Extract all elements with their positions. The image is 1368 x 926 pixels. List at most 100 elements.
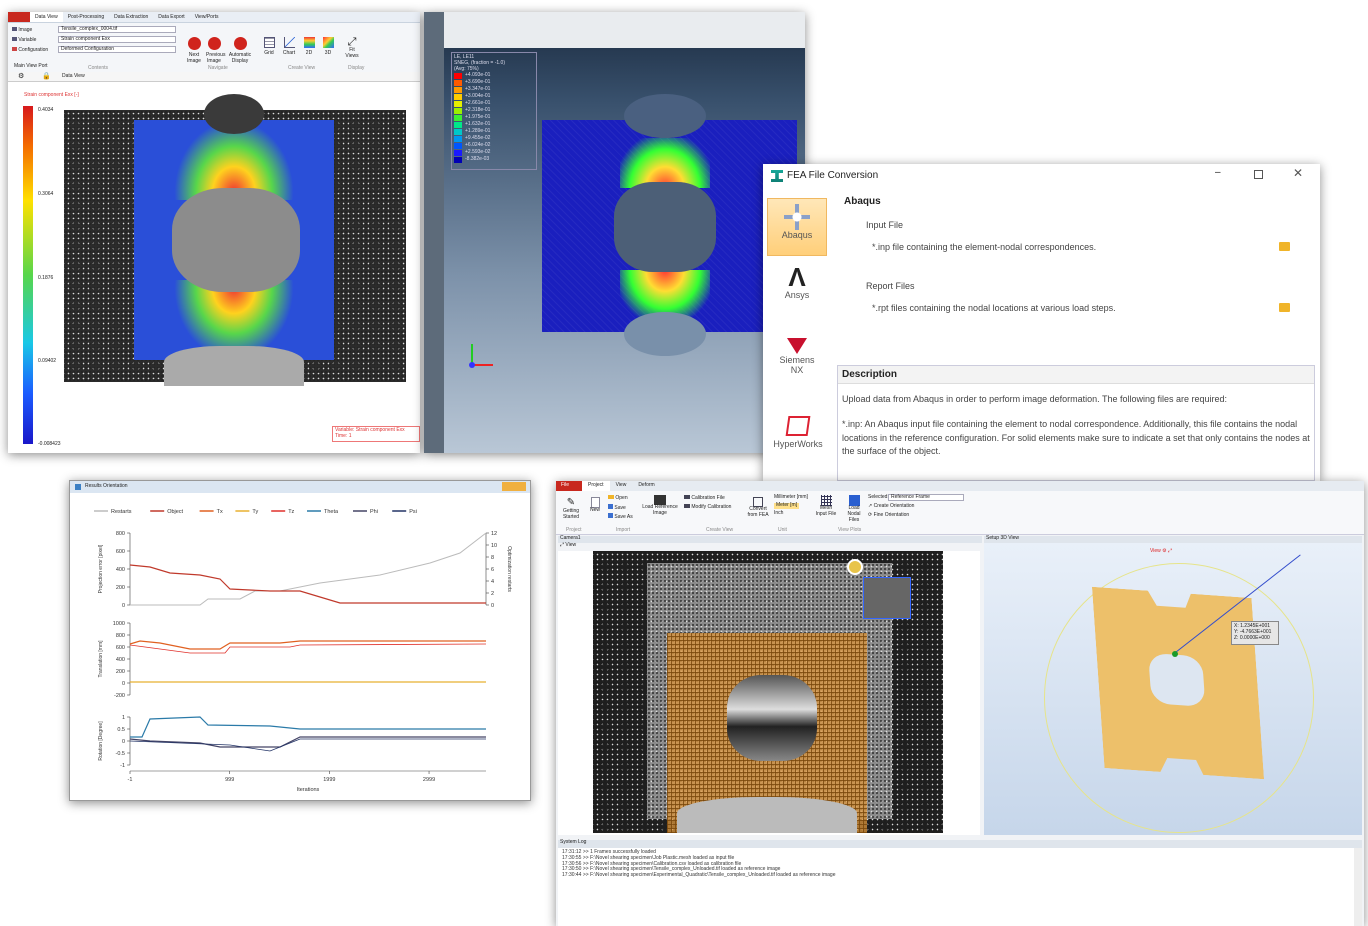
color-scale-bar — [23, 106, 33, 444]
sidebar-item-siemens-nx[interactable]: Siemens NX — [767, 338, 827, 394]
minimize-button[interactable]: – — [1215, 167, 1221, 178]
cam-zoom-box — [863, 577, 911, 619]
create-orientation-button[interactable]: ↗ Create Orientation — [868, 503, 914, 510]
sidebar-item-hyperworks[interactable]: HyperWorks — [763, 416, 833, 466]
series-phi — [129, 736, 486, 748]
unit-mm[interactable]: Millimeter [mm] — [774, 494, 808, 501]
3d-button[interactable]: 3D — [321, 37, 335, 57]
next-image-button[interactable]: Next Image — [186, 37, 202, 64]
file-tab[interactable] — [8, 12, 30, 22]
legend-value: -8.382e-03 — [465, 155, 490, 162]
cal-tab-file[interactable]: File — [556, 481, 582, 491]
scale-tick-3: 0.1876 — [38, 275, 54, 281]
3d-label: 3D — [324, 49, 332, 56]
input-folder-icon[interactable] — [1279, 242, 1290, 251]
legend-label: Phi — [370, 509, 378, 515]
legend-swatch — [454, 86, 462, 93]
cal-tab-project[interactable]: Project — [582, 481, 610, 491]
load-nodal-label: Load Nodal Files — [847, 505, 861, 523]
tab-data-export[interactable]: Data Export — [153, 12, 189, 22]
cal-tab-deform[interactable]: Deform — [632, 481, 660, 491]
save-as-button[interactable]: Save As — [608, 513, 633, 521]
legend-value: +6.024e-02 — [465, 141, 491, 148]
mesh-input-button[interactable]: Mesh Input File — [814, 495, 838, 518]
new-button[interactable]: New — [588, 497, 602, 514]
open-button[interactable]: Open — [608, 495, 628, 502]
legend-value: +1.289e-01 — [465, 127, 491, 134]
cal-group-view-plots: View Plots — [838, 527, 862, 533]
fine-orientation-button[interactable]: ⟳ Fine Orientation — [868, 512, 909, 519]
report-folder-icon[interactable] — [1279, 303, 1290, 312]
results-title: Results Orientation — [85, 483, 128, 489]
view3d-button[interactable]: View ⚙ ⤢ — [1150, 548, 1173, 555]
load-reference-image-button[interactable]: Load Reference Image — [642, 495, 678, 517]
view-tab[interactable]: Data View — [62, 73, 85, 80]
report-files-title: Report Files — [866, 281, 915, 291]
x-axis-label: Iterations — [297, 787, 320, 793]
camera-view-label: View — [565, 542, 577, 548]
gear-icon[interactable]: ⚙ — [18, 73, 24, 81]
calibration-file-label: Calibration File — [691, 495, 725, 501]
image-select[interactable]: Tensile_complex_0004.tif — [58, 26, 176, 33]
fit-views-label: Fit Views — [345, 47, 359, 59]
sidebar-label-siemens: Siemens NX — [779, 355, 815, 375]
conversion-heading: Abaqus — [844, 196, 881, 207]
app-icon — [771, 170, 783, 182]
load-nodal-button[interactable]: Load Nodal Files — [842, 495, 866, 523]
tab-viewports[interactable]: View/Ports — [190, 12, 224, 22]
expand-3d-icon: ⤢ — [1168, 548, 1173, 554]
chart-button[interactable]: Chart — [282, 37, 296, 57]
fea-top-band — [424, 12, 805, 48]
configuration-select[interactable]: Deformed Configuration — [58, 46, 176, 53]
unit-inch[interactable]: Inch — [774, 510, 783, 517]
selected-dropdown[interactable]: Reference Frame — [888, 494, 964, 501]
camera-view-button[interactable]: ⤢ View — [560, 542, 577, 549]
legend-swatch — [454, 107, 462, 114]
cam-target-icon[interactable] — [847, 559, 863, 575]
save-button[interactable]: Save — [608, 504, 626, 512]
ansys-icon: Λ — [788, 262, 806, 292]
automatic-display-button[interactable]: Automatic Display — [228, 37, 252, 64]
modify-calibration-button[interactable]: Modify Calibration — [684, 504, 731, 511]
close-button[interactable]: ✕ — [1293, 166, 1303, 180]
grid-button[interactable]: Grid — [262, 37, 276, 57]
series-restarts — [130, 532, 487, 606]
maximize-button[interactable] — [1254, 170, 1263, 179]
series-tz — [129, 643, 487, 654]
y-right-tick-label: 0 — [491, 603, 494, 609]
results-close-button[interactable] — [502, 482, 526, 491]
legend-swatch — [454, 121, 462, 128]
convert-from-fea-button[interactable]: Convert from FEA — [746, 497, 770, 519]
getting-started-button[interactable]: ✎ Getting Started — [560, 497, 582, 521]
log-scrollbar[interactable] — [1354, 848, 1362, 926]
setup3d-pane: View ⚙ ⤢ X: 1.2345E+001 Y: -4.7663E+001 … — [984, 543, 1362, 835]
cam-bottom-grip — [677, 797, 857, 833]
legend-swatch — [454, 100, 462, 107]
fea-hole — [614, 182, 716, 272]
fea-window: LE, LE11 SNEG, (fraction = -1.0) (Avg: 7… — [424, 12, 805, 453]
y-right-tick-label: 10 — [491, 543, 497, 549]
tab-post-processing[interactable]: Post-Processing — [63, 12, 109, 22]
dialog-titlebar: FEA File Conversion – ✕ — [763, 164, 1320, 188]
y-tick-label: -200 — [114, 693, 125, 699]
legend-swatch — [454, 79, 462, 86]
sidebar-item-abaqus[interactable]: Abaqus — [767, 198, 827, 256]
cal-tab-view[interactable]: View — [610, 481, 633, 491]
lock-icon[interactable]: 🔒 — [42, 73, 51, 81]
automatic-display-label: Automatic Display — [228, 51, 252, 64]
sidebar-item-ansys[interactable]: Λ Ansys — [767, 264, 827, 314]
unit-m[interactable]: Meter [m] — [774, 502, 800, 509]
y-tick-label: 400 — [116, 657, 125, 663]
tab-data-view[interactable]: Data View — [30, 12, 63, 22]
legend-swatch — [454, 93, 462, 100]
fit-views-button[interactable]: ⤢ Fit Views — [344, 37, 360, 60]
2d-button[interactable]: 2D — [302, 37, 316, 57]
gear-3d-icon: ⚙ — [1162, 548, 1167, 554]
legend-swatch — [454, 135, 462, 142]
variable-select[interactable]: Strain component Exx — [58, 36, 176, 43]
fea-band-top — [620, 138, 710, 188]
tab-data-extraction[interactable]: Data Extraction — [109, 12, 153, 22]
previous-image-button[interactable]: Previous Image — [206, 37, 225, 64]
y-tick-label: 800 — [116, 531, 125, 537]
calibration-file-button[interactable]: Calibration File — [684, 495, 725, 502]
